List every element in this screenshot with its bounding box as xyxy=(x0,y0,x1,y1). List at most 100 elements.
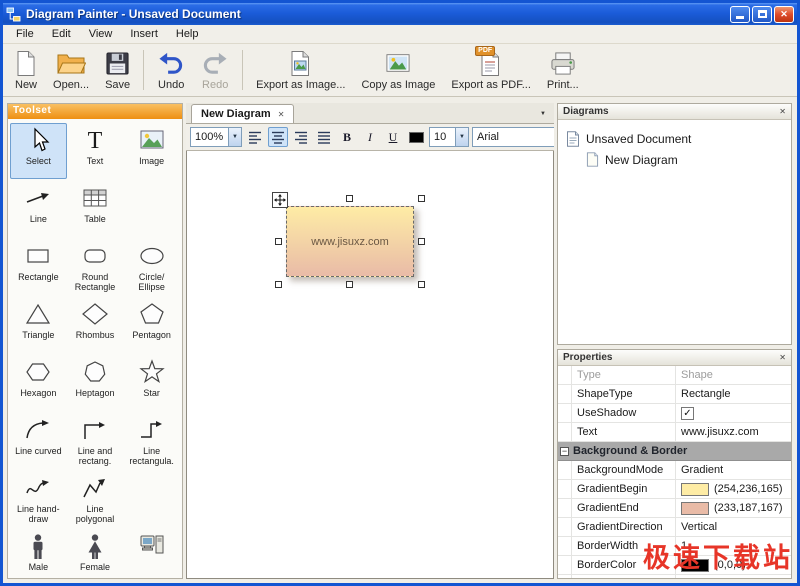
align-left-icon xyxy=(247,129,263,146)
dropdown-icon: ▼ xyxy=(228,128,241,146)
tool-male[interactable]: Male xyxy=(10,529,67,578)
tool-line-and-rectangle[interactable]: Line and rectang. xyxy=(67,413,124,469)
property-value[interactable]: (254,236,165) xyxy=(676,480,791,498)
useshadow-checkbox[interactable]: ✓ xyxy=(681,407,694,420)
zoom-select[interactable]: 100% ▼ xyxy=(190,127,242,147)
align-justify-button[interactable] xyxy=(314,127,334,147)
property-value[interactable]: Vertical xyxy=(676,518,791,536)
tool-select[interactable]: Select xyxy=(10,123,67,179)
property-value[interactable]: Rectangle xyxy=(676,385,791,403)
resize-handle-se[interactable] xyxy=(418,281,425,288)
titlebar[interactable]: Diagram Painter - Unsaved Document ✕ xyxy=(3,3,797,25)
tool-text[interactable]: T Text xyxy=(67,123,124,179)
tool-female[interactable]: Female xyxy=(67,529,124,578)
resize-handle-w[interactable] xyxy=(275,238,282,245)
property-value[interactable]: ✓ xyxy=(676,404,791,422)
tool-rhombus[interactable]: Rhombus xyxy=(67,297,124,353)
property-value-text: Vertical xyxy=(681,521,717,533)
gradient-begin-swatch[interactable] xyxy=(681,483,709,496)
grid-spacer xyxy=(123,181,180,237)
property-value[interactable]: www.jisuxz.com xyxy=(676,423,791,441)
copy-image-button[interactable]: Copy as Image xyxy=(353,46,443,94)
canvas-shape[interactable]: www.jisuxz.com xyxy=(286,206,414,277)
tools-grid: Select T Text Image Line Table xyxy=(8,119,182,578)
property-value-text: Gradient xyxy=(681,464,723,476)
maximize-button[interactable] xyxy=(752,6,772,23)
tool-line-polygonal[interactable]: Line polygonal xyxy=(67,471,124,527)
resize-handle-s[interactable] xyxy=(346,281,353,288)
resize-handle-sw[interactable] xyxy=(275,281,282,288)
tool-computer[interactable] xyxy=(123,529,180,578)
move-handle[interactable] xyxy=(272,192,288,208)
tab-list-dropdown-icon[interactable]: ▼ xyxy=(532,111,554,123)
resize-handle-e[interactable] xyxy=(418,238,425,245)
redo-button[interactable]: Redo xyxy=(193,46,237,94)
menu-insert[interactable]: Insert xyxy=(121,26,167,42)
save-button[interactable]: Save xyxy=(97,46,138,94)
column-header-shape: Shape xyxy=(676,366,791,384)
tab-new-diagram[interactable]: New Diagram ✕ xyxy=(191,104,294,123)
underline-button[interactable]: U xyxy=(383,127,403,147)
image-tool-icon xyxy=(137,126,167,154)
tool-line-curved[interactable]: Line curved xyxy=(10,413,67,469)
undo-button[interactable]: Undo xyxy=(149,46,193,94)
open-button[interactable]: Open... xyxy=(45,46,97,94)
diagrams-close-icon[interactable]: ✕ xyxy=(779,107,786,116)
window-controls: ✕ xyxy=(730,6,794,23)
resize-handle-ne[interactable] xyxy=(418,195,425,202)
align-center-button[interactable] xyxy=(268,127,288,147)
diagrams-tree: Unsaved Document New Diagram xyxy=(558,120,791,178)
tool-table[interactable]: Table xyxy=(67,181,124,237)
align-right-button[interactable] xyxy=(291,127,311,147)
font-color-button[interactable] xyxy=(406,127,426,147)
tool-image[interactable]: Image xyxy=(123,123,180,179)
tool-line-hand-draw[interactable]: Line hand-draw xyxy=(10,471,67,527)
tab-strip: New Diagram ✕ ▼ xyxy=(186,103,554,124)
tool-round-rectangle[interactable]: Round Rectangle xyxy=(67,239,124,295)
menu-view[interactable]: View xyxy=(80,26,122,42)
close-button[interactable]: ✕ xyxy=(774,6,794,23)
tool-label: Star xyxy=(143,388,160,398)
tool-label: Select xyxy=(26,156,51,166)
menu-help[interactable]: Help xyxy=(167,26,208,42)
drawing-canvas[interactable]: www.jisuxz.com xyxy=(186,151,554,579)
tree-item-diagram[interactable]: New Diagram xyxy=(586,149,783,170)
gradient-end-swatch[interactable] xyxy=(681,502,709,515)
tab-close-icon[interactable]: ✕ xyxy=(278,110,285,119)
tree-item-document[interactable]: Unsaved Document xyxy=(566,128,783,149)
font-family-select[interactable]: Arial ▼ xyxy=(472,127,554,147)
property-value[interactable]: 106, 61 xyxy=(676,575,791,578)
export-image-button[interactable]: Export as Image... xyxy=(248,46,353,94)
property-row-gradientbegin: GradientBegin (254,236,165) xyxy=(558,480,791,499)
menu-edit[interactable]: Edit xyxy=(43,26,80,42)
bold-button[interactable]: B xyxy=(337,127,357,147)
toolset-panel: Toolset Select T Text Image Line xyxy=(7,103,183,579)
minimize-button[interactable] xyxy=(730,6,750,23)
tool-rectangle[interactable]: Rectangle xyxy=(10,239,67,295)
tool-circle-ellipse[interactable]: Circle/ Ellipse xyxy=(123,239,180,295)
tool-pentagon[interactable]: Pentagon xyxy=(123,297,180,353)
properties-close-icon[interactable]: ✕ xyxy=(779,353,786,362)
font-size-select[interactable]: 10 ▼ xyxy=(429,127,469,147)
export-pdf-button[interactable]: PDF Export as PDF... xyxy=(443,46,538,94)
tool-star[interactable]: Star xyxy=(123,355,180,411)
resize-handle-n[interactable] xyxy=(346,195,353,202)
tool-heptagon[interactable]: Heptagon xyxy=(67,355,124,411)
tool-line[interactable]: Line xyxy=(10,181,67,237)
property-group-background-border[interactable]: − Background & Border xyxy=(558,442,791,461)
new-button[interactable]: New xyxy=(7,46,45,94)
print-button[interactable]: Print... xyxy=(539,46,587,94)
property-value[interactable]: (233,187,167) xyxy=(676,499,791,517)
tool-triangle[interactable]: Triangle xyxy=(10,297,67,353)
italic-button[interactable]: I xyxy=(360,127,380,147)
property-row-gradientend: GradientEnd (233,187,167) xyxy=(558,499,791,518)
tool-line-rectangular[interactable]: Line rectangula. xyxy=(123,413,180,469)
align-left-button[interactable] xyxy=(245,127,265,147)
tool-hexagon[interactable]: Hexagon xyxy=(10,355,67,411)
collapse-icon[interactable]: − xyxy=(560,447,569,456)
zoom-value: 100% xyxy=(195,131,223,143)
menu-file[interactable]: File xyxy=(7,26,43,42)
property-row-useshadow: UseShadow ✓ xyxy=(558,404,791,423)
main-toolbar: New Open... Save Undo Redo xyxy=(3,44,797,97)
property-value[interactable]: Gradient xyxy=(676,461,791,479)
